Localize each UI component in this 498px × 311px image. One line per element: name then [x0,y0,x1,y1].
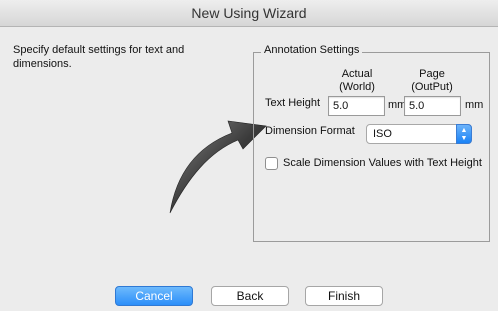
wizard-window: New Using Wizard Specify default setting… [0,0,498,311]
back-button[interactable]: Back [211,286,289,306]
scale-dimension-label: Scale Dimension Values with Text Height [283,157,482,169]
up-down-chevron-icon[interactable]: ▲ ▼ [456,124,472,144]
text-height-label: Text Height [265,97,321,109]
actual-text-height-input[interactable]: 5.0 [328,96,385,116]
page-column-header: Page (OutPut) [411,68,453,93]
page-unit-label: mm [465,99,484,111]
scale-dimension-checkbox[interactable] [265,157,278,170]
cancel-button[interactable]: Cancel [115,286,193,306]
annotation-settings-legend: Annotation Settings [261,44,363,56]
finish-button[interactable]: Finish [305,286,383,306]
dimension-format-value: ISO [373,128,392,140]
actual-column-header: Actual (World) [339,68,375,93]
dimension-format-label: Dimension Format [265,125,355,137]
dimension-format-select[interactable]: ISO ▲ ▼ [366,124,472,144]
page-text-height-input[interactable]: 5.0 [404,96,461,116]
